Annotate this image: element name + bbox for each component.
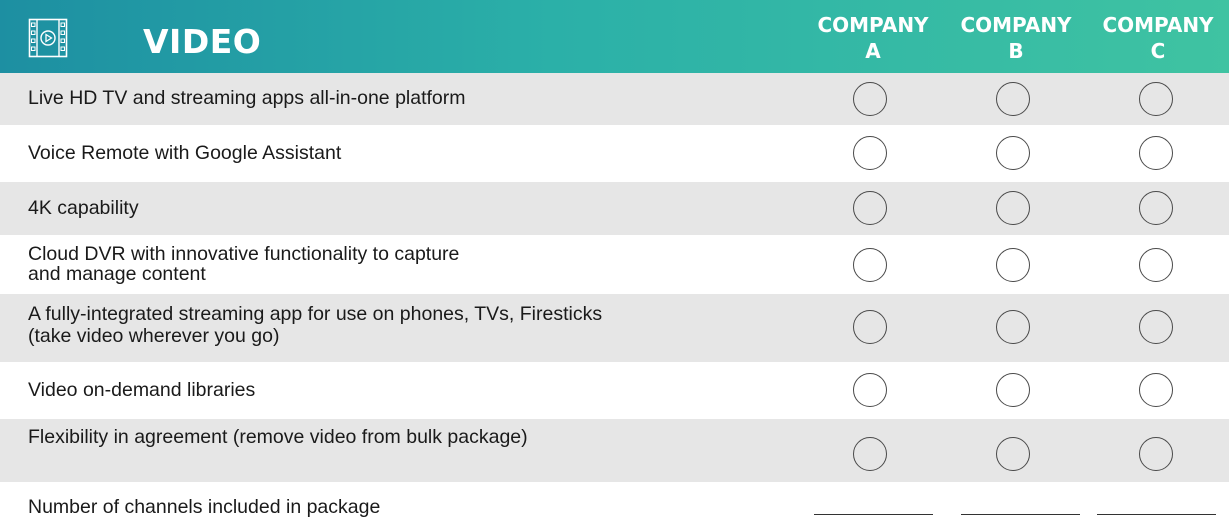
radio-company-c[interactable]	[1139, 248, 1173, 282]
table-row: A fully-integrated streaming app for use…	[0, 294, 1229, 362]
channels-field-company-c[interactable]	[1097, 514, 1216, 515]
column-header-company-c: COMPANY C	[1102, 13, 1214, 63]
radio-company-c[interactable]	[1139, 191, 1173, 225]
column-header-company-a: COMPANY A	[817, 13, 929, 63]
row-label: A fully-integrated streaming app for use…	[28, 303, 603, 347]
row-label: Video on-demand libraries	[28, 379, 256, 401]
channels-field-company-b[interactable]	[961, 514, 1080, 515]
radio-company-c[interactable]	[1139, 373, 1173, 407]
radio-company-b[interactable]	[996, 373, 1030, 407]
row-label: Voice Remote with Google Assistant	[28, 142, 342, 164]
radio-company-b[interactable]	[996, 437, 1030, 471]
table-row: 4K capability	[0, 182, 1229, 235]
video-play-icon	[28, 18, 68, 58]
channels-field-company-a[interactable]	[814, 514, 933, 515]
table-row: Video on-demand libraries	[0, 364, 1229, 417]
radio-company-b[interactable]	[996, 191, 1030, 225]
section-header: VIDEO COMPANY A COMPANY B COMPANY C	[0, 0, 1229, 73]
row-label: Flexibility in agreement (remove video f…	[28, 426, 528, 448]
page-title: VIDEO	[143, 22, 262, 61]
channels-label: Number of channels included in package	[28, 496, 381, 518]
radio-company-b[interactable]	[996, 82, 1030, 116]
radio-company-a[interactable]	[853, 191, 887, 225]
table-row: Cloud DVR with innovative functionality …	[0, 237, 1229, 292]
radio-company-a[interactable]	[853, 136, 887, 170]
table-row: Voice Remote with Google Assistant	[0, 127, 1229, 180]
row-label: Live HD TV and streaming apps all-in-one…	[28, 87, 466, 109]
radio-company-b[interactable]	[996, 136, 1030, 170]
radio-company-b[interactable]	[996, 310, 1030, 344]
radio-company-a[interactable]	[853, 248, 887, 282]
row-label: 4K capability	[28, 197, 139, 219]
column-header-company-b: COMPANY B	[960, 13, 1072, 63]
radio-company-a[interactable]	[853, 373, 887, 407]
radio-company-c[interactable]	[1139, 82, 1173, 116]
radio-company-c[interactable]	[1139, 310, 1173, 344]
radio-company-c[interactable]	[1139, 437, 1173, 471]
radio-company-a[interactable]	[853, 437, 887, 471]
table-row: Flexibility in agreement (remove video f…	[0, 419, 1229, 482]
radio-company-b[interactable]	[996, 248, 1030, 282]
radio-company-c[interactable]	[1139, 136, 1173, 170]
radio-company-a[interactable]	[853, 82, 887, 116]
row-label: Cloud DVR with innovative functionality …	[28, 243, 460, 285]
table-row: Live HD TV and streaming apps all-in-one…	[0, 73, 1229, 125]
radio-company-a[interactable]	[853, 310, 887, 344]
